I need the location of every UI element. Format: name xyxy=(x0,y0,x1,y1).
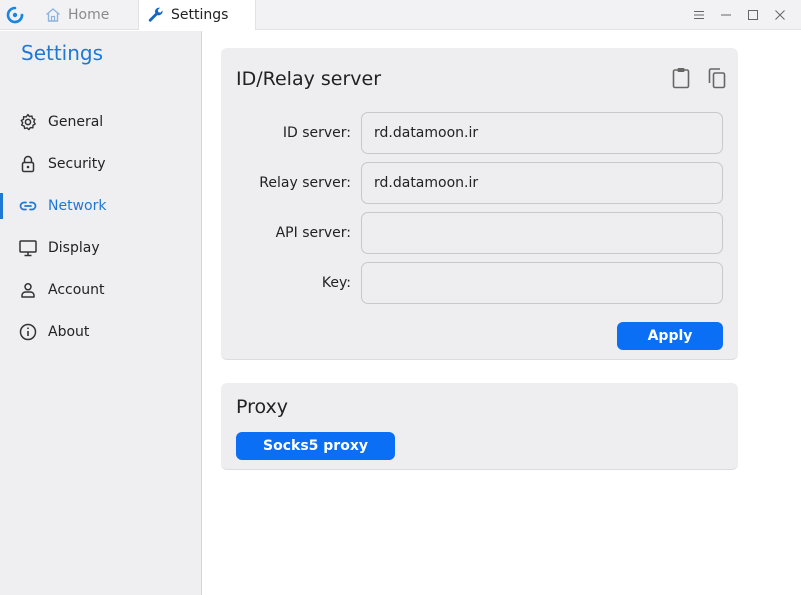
wrench-icon xyxy=(147,6,165,24)
sidebar-title: Settings xyxy=(21,41,104,65)
relay-server-card: ID/Relay server ID server: Relay server:… xyxy=(221,48,738,360)
monitor-icon xyxy=(18,238,38,258)
tab-settings-label: Settings xyxy=(171,7,229,23)
sidebar-item-about[interactable]: About xyxy=(0,311,202,353)
proxy-card-title: Proxy xyxy=(236,396,289,418)
sidebar-item-label: Account xyxy=(48,282,105,298)
apply-button[interactable]: Apply xyxy=(617,322,723,350)
sidebar-item-display[interactable]: Display xyxy=(0,227,202,269)
sidebar-item-label: General xyxy=(48,114,104,130)
sidebar-item-label: Network xyxy=(48,198,107,214)
sidebar-item-security[interactable]: Security xyxy=(0,143,202,185)
api-server-input[interactable] xyxy=(361,212,723,254)
sidebar-item-account[interactable]: Account xyxy=(0,269,202,311)
relay-server-label: Relay server: xyxy=(259,175,351,191)
relay-server-input[interactable] xyxy=(361,162,723,204)
id-server-label: ID server: xyxy=(282,125,351,141)
user-icon xyxy=(18,280,38,300)
sidebar-item-general[interactable]: General xyxy=(0,101,202,143)
sidebar-item-label: About xyxy=(48,324,90,340)
clipboard-icon[interactable] xyxy=(670,66,692,90)
relay-card-title: ID/Relay server xyxy=(236,68,382,90)
link-icon xyxy=(18,196,38,216)
app-logo-icon xyxy=(6,6,24,24)
window-controls xyxy=(685,0,793,30)
socks5-proxy-button[interactable]: Socks5 proxy xyxy=(236,432,395,460)
relay-server-row: Relay server: xyxy=(221,162,738,204)
minimize-icon[interactable] xyxy=(712,0,739,30)
menu-icon[interactable] xyxy=(685,0,712,30)
key-input[interactable] xyxy=(361,262,723,304)
info-icon xyxy=(18,322,38,342)
proxy-card: Proxy Socks5 proxy xyxy=(221,383,738,470)
tab-home-label: Home xyxy=(68,7,110,23)
title-bar: Home Settings xyxy=(0,0,801,30)
key-label: Key: xyxy=(321,275,351,291)
copy-icon[interactable] xyxy=(706,66,728,90)
sidebar-item-network[interactable]: Network xyxy=(0,185,202,227)
home-icon xyxy=(44,6,62,24)
sidebar-nav: General Security Network Display Account… xyxy=(0,101,202,353)
tab-home[interactable]: Home xyxy=(36,0,138,30)
key-row: Key: xyxy=(221,262,738,304)
relay-card-actions xyxy=(670,66,728,90)
lock-icon xyxy=(18,154,38,174)
sidebar-item-label: Security xyxy=(48,156,106,172)
sidebar-item-label: Display xyxy=(48,240,100,256)
maximize-icon[interactable] xyxy=(739,0,766,30)
gear-icon xyxy=(18,112,38,132)
sidebar: Settings General Security Network Displa… xyxy=(0,31,202,595)
id-server-row: ID server: xyxy=(221,112,738,154)
close-icon[interactable] xyxy=(766,0,793,30)
tab-settings[interactable]: Settings xyxy=(138,0,256,30)
api-server-label: API server: xyxy=(275,225,351,241)
id-server-input[interactable] xyxy=(361,112,723,154)
api-server-row: API server: xyxy=(221,212,738,254)
